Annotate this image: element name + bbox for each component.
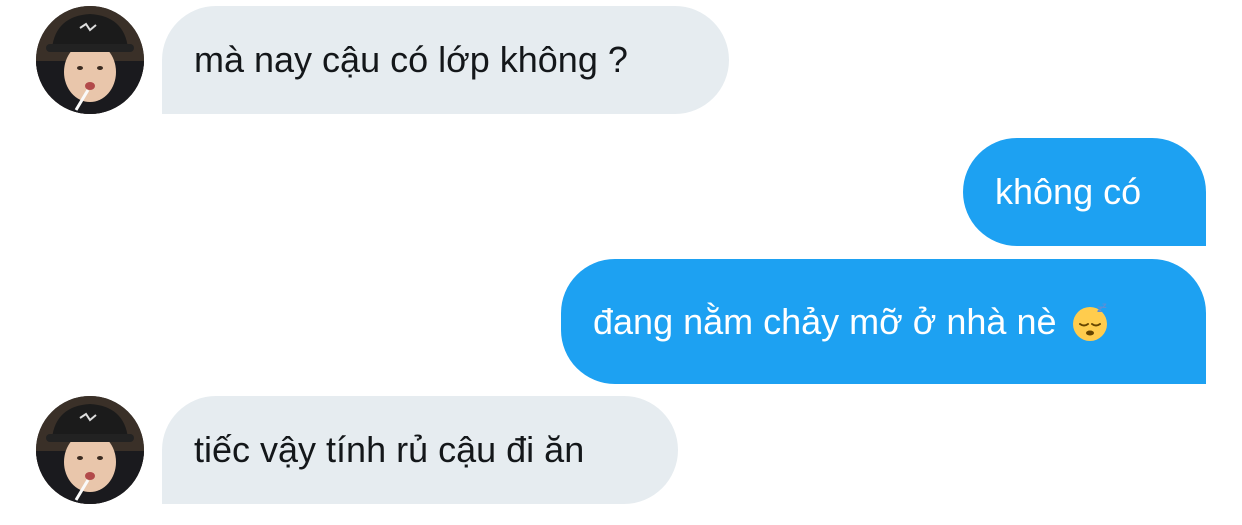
sleeping-face-emoji-icon: z z bbox=[1070, 302, 1110, 342]
svg-text:z: z bbox=[1102, 302, 1107, 310]
message-bubble-incoming[interactable]: tiếc vậy tính rủ cậu đi ăn bbox=[162, 396, 678, 504]
avatar[interactable] bbox=[36, 6, 144, 114]
message-bubble-outgoing[interactable]: không có bbox=[963, 138, 1206, 246]
message-text: không có bbox=[995, 171, 1142, 212]
message-bubble-incoming[interactable]: mà nay cậu có lớp không ? bbox=[162, 6, 729, 114]
message-text: mà nay cậu có lớp không ? bbox=[194, 39, 628, 80]
avatar[interactable] bbox=[36, 396, 144, 504]
message-text: tiếc vậy tính rủ cậu đi ăn bbox=[194, 429, 585, 470]
message-bubble-outgoing[interactable]: đang nằm chảy mỡ ở nhà nè z z bbox=[561, 259, 1206, 384]
profile-photo-icon bbox=[36, 6, 144, 114]
message-text: đang nằm chảy mỡ ở nhà nè bbox=[593, 300, 1057, 342]
profile-photo-icon bbox=[36, 396, 144, 504]
